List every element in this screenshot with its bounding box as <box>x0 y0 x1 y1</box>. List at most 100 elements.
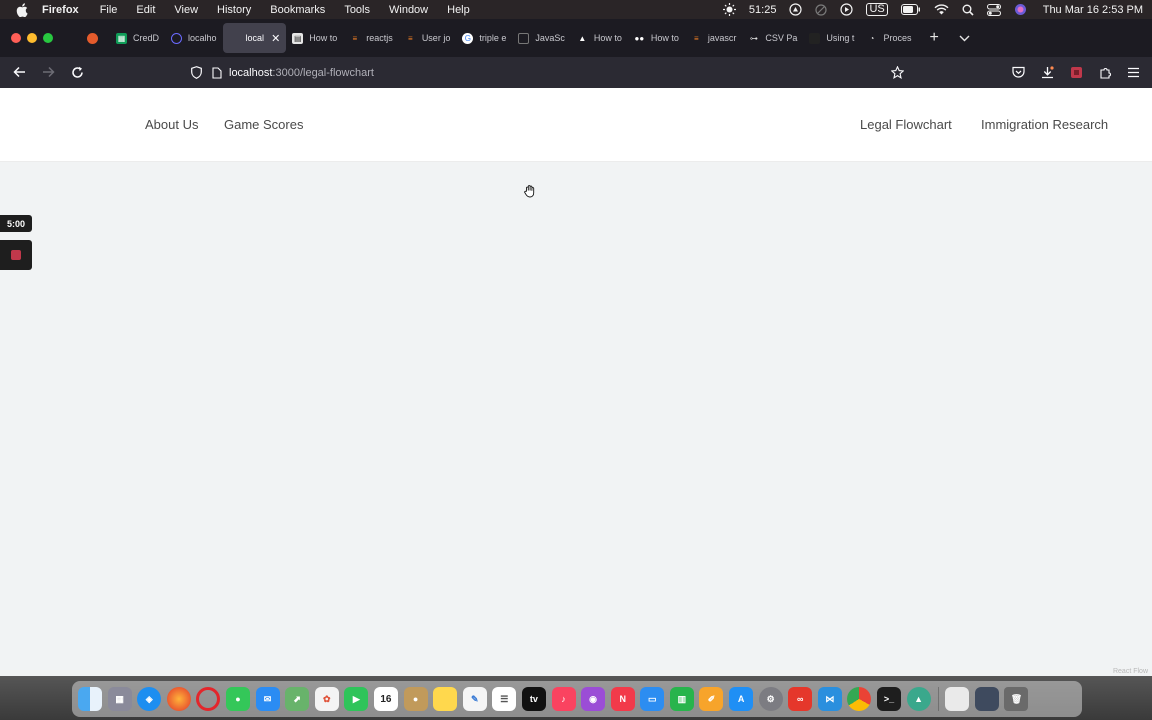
tab-6[interactable]: G triple e <box>456 23 512 53</box>
zoom-window-button[interactable] <box>43 33 53 43</box>
facetime-icon[interactable]: ▶ <box>344 687 369 711</box>
tab-13[interactable]: ◔ Proces <box>860 23 917 53</box>
monitor-app-icon[interactable]: ▲ <box>906 687 931 711</box>
opera-icon[interactable] <box>196 687 221 711</box>
tab-label: CredD <box>133 33 160 43</box>
news-icon[interactable]: N <box>610 687 635 711</box>
apple-menu-icon[interactable] <box>15 2 29 17</box>
minimize-window-button[interactable] <box>27 33 37 43</box>
maps-icon[interactable]: ⬈ <box>285 687 310 711</box>
tab-1[interactable]: localho <box>165 23 223 53</box>
blank-page-icon <box>229 33 240 44</box>
recorder-stop-button[interactable] <box>0 240 32 270</box>
control-center-icon[interactable] <box>986 3 1001 16</box>
vscode-icon[interactable]: ⋈ <box>817 687 842 711</box>
apple-tv-icon[interactable]: tv <box>521 687 546 711</box>
terminal-icon[interactable]: >_ <box>877 687 902 711</box>
tab-2-active[interactable]: local ✕ <box>222 23 287 53</box>
freeform-icon[interactable]: ✎ <box>462 687 487 711</box>
menu-bookmarks[interactable]: Bookmarks <box>270 4 325 16</box>
grammar-icon[interactable] <box>815 3 828 16</box>
pages-icon[interactable]: ✐ <box>699 687 724 711</box>
tab-5[interactable]: ≡ User jo <box>399 23 457 53</box>
messages-icon[interactable]: ● <box>225 687 250 711</box>
pocket-icon[interactable] <box>1008 62 1028 82</box>
nav-legal-flowchart[interactable]: Legal Flowchart <box>860 117 952 132</box>
address-bar[interactable]: localhost:3000/legal-flowchart <box>187 60 910 85</box>
react-flow-attribution[interactable]: React Flow <box>1113 668 1148 675</box>
app-store-icon[interactable]: A <box>729 687 754 711</box>
firefox-view-button[interactable] <box>81 23 110 53</box>
vercel-icon: ▲ <box>578 33 587 43</box>
list-all-tabs-icon[interactable] <box>959 29 970 47</box>
menubar-clock[interactable]: Thu Mar 16 2:53 PM <box>1043 4 1143 16</box>
input-source-badge[interactable]: US <box>866 3 888 16</box>
menu-app-name[interactable]: Firefox <box>42 4 79 16</box>
close-window-button[interactable] <box>11 33 21 43</box>
hamburger-menu-icon[interactable] <box>1123 62 1143 82</box>
menu-edit[interactable]: Edit <box>136 4 155 16</box>
tracking-shield-icon[interactable] <box>191 66 202 79</box>
play-icon[interactable] <box>840 3 854 16</box>
menu-history[interactable]: History <box>217 4 251 16</box>
menu-help[interactable]: Help <box>447 4 470 16</box>
wifi-icon[interactable] <box>934 4 949 15</box>
nav-about-us[interactable]: About Us <box>145 117 198 132</box>
battery-icon[interactable] <box>900 4 921 15</box>
spotlight-search-icon[interactable] <box>962 4 974 16</box>
screen-record-icon[interactable] <box>789 3 803 16</box>
tab-12[interactable]: Using t <box>803 23 860 53</box>
launchpad-icon[interactable]: ▦ <box>107 687 132 711</box>
tab-10[interactable]: ≡ javascr <box>685 23 743 53</box>
tab-0[interactable]: ▦ CredD <box>110 23 165 53</box>
finder-icon[interactable] <box>78 687 102 711</box>
brightness-icon[interactable] <box>722 3 736 16</box>
firefox-icon[interactable] <box>166 687 191 711</box>
forward-arrow-icon[interactable] <box>38 62 58 82</box>
numbers-icon[interactable]: ▥ <box>669 687 694 711</box>
trash-icon[interactable]: 🗑 <box>1004 687 1029 711</box>
screenshot-stack-icon[interactable] <box>974 687 999 711</box>
tab-3[interactable]: ▤ How to <box>286 23 343 53</box>
nav-game-scores[interactable]: Game Scores <box>224 117 303 132</box>
tab-label: localho <box>188 33 217 43</box>
tab-8[interactable]: ▲ How to <box>571 23 628 53</box>
reload-icon[interactable] <box>67 62 87 82</box>
system-settings-icon[interactable]: ⚙ <box>758 687 783 711</box>
keynote-icon[interactable]: ▭ <box>640 687 665 711</box>
nav-immigration-research[interactable]: Immigration Research <box>981 117 1108 132</box>
safari-icon[interactable]: ◈ <box>137 687 162 711</box>
back-arrow-icon[interactable] <box>9 62 29 82</box>
menu-view[interactable]: View <box>174 4 198 16</box>
music-icon[interactable]: ♪ <box>551 687 576 711</box>
stop-icon <box>11 250 21 260</box>
extension-red-icon[interactable] <box>1066 62 1086 82</box>
url-path: :3000/legal-flowchart <box>272 66 374 79</box>
tab-7[interactable]: JavaSc <box>512 23 571 53</box>
reminders-icon[interactable]: ☰ <box>492 687 517 711</box>
menu-tools[interactable]: Tools <box>344 4 370 16</box>
mail-icon[interactable]: ✉ <box>255 687 280 711</box>
podcasts-icon[interactable]: ◉ <box>581 687 606 711</box>
downloads-icon[interactable] <box>1037 62 1057 82</box>
page-info-icon[interactable] <box>212 66 222 79</box>
recording-time[interactable]: 51:25 <box>749 4 777 16</box>
menu-file[interactable]: File <box>100 4 118 16</box>
extensions-puzzle-icon[interactable] <box>1095 62 1115 82</box>
notes-icon[interactable] <box>433 687 458 711</box>
tab-4[interactable]: ≡ reactjs <box>343 23 399 53</box>
bookmark-star-icon[interactable] <box>887 62 907 82</box>
close-tab-icon[interactable]: ✕ <box>271 32 280 45</box>
creative-cloud-icon[interactable]: ∞ <box>788 687 813 711</box>
siri-icon[interactable] <box>1014 3 1027 16</box>
photos-icon[interactable]: ✿ <box>314 687 339 711</box>
new-tab-button[interactable]: + <box>929 29 938 47</box>
document-stack-icon[interactable] <box>945 687 970 711</box>
chrome-icon[interactable] <box>847 687 872 711</box>
contacts-icon[interactable]: ● <box>403 687 428 711</box>
menu-window[interactable]: Window <box>389 4 428 16</box>
tab-11[interactable]: ⊶ CSV Pa <box>742 23 803 53</box>
calendar-icon[interactable]: 16 <box>373 687 398 711</box>
tab-9[interactable]: ●● How to <box>628 23 685 53</box>
doc-icon <box>518 32 530 44</box>
